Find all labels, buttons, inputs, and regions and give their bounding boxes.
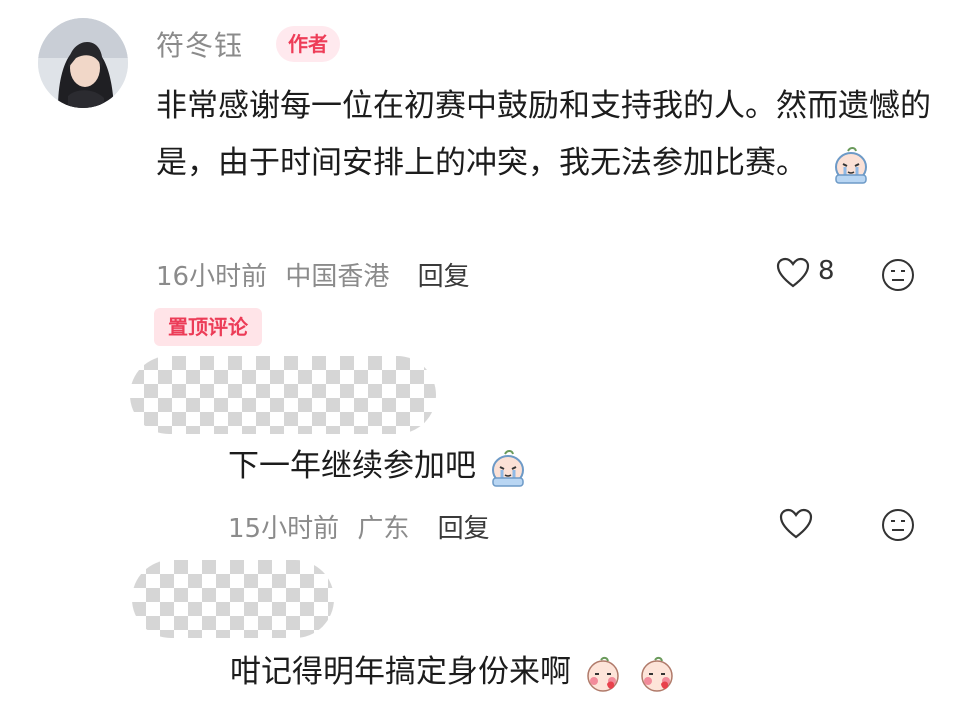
emoji-reaction-icon xyxy=(882,259,914,291)
comment-time: 15小时前 xyxy=(228,514,340,544)
shy-emoji-icon xyxy=(583,654,623,694)
comment-time: 16小时前 xyxy=(156,262,268,292)
like-button[interactable] xyxy=(776,257,810,293)
like-button[interactable] xyxy=(779,508,813,544)
heart-icon xyxy=(776,257,810,288)
reply-comment-body: 下一年继续参加吧 xyxy=(228,448,476,484)
author-avatar[interactable] xyxy=(38,18,128,108)
reply-button[interactable]: 回复 xyxy=(438,514,490,544)
emoji-reaction-icon xyxy=(882,509,914,541)
author-badge: 作者 xyxy=(276,26,340,62)
crying-emoji-icon xyxy=(488,448,528,488)
shy-emoji-icon xyxy=(637,654,677,694)
crying-emoji-icon xyxy=(831,145,871,185)
author-comment-text: 非常感谢每一位在初赛中鼓励和支持我的人。然而遗憾的是，由于时间安排上的冲突，我无… xyxy=(156,78,936,192)
comment-location: 中国香港 xyxy=(285,262,390,292)
pinned-comment-badge: 置顶评论 xyxy=(154,308,262,346)
heart-icon xyxy=(779,508,813,539)
comment-location: 广东 xyxy=(357,514,410,544)
author-comment-meta: 16小时前 中国香港 回复 xyxy=(156,256,470,293)
redacted-username-mosaic xyxy=(130,356,436,434)
like-count: 8 xyxy=(818,256,835,286)
redacted-username-mosaic xyxy=(132,560,334,638)
emoji-reaction-button[interactable] xyxy=(881,258,915,296)
emoji-reaction-button[interactable] xyxy=(881,508,915,546)
reply-comment-body: 咁记得明年搞定身份来啊 xyxy=(230,654,571,690)
author-username[interactable]: 符冬钰 xyxy=(156,24,243,64)
reply-comment-text: 下一年继续参加吧 xyxy=(228,440,528,488)
author-comment-body: 非常感谢每一位在初赛中鼓励和支持我的人。然而遗憾的是，由于时间安排上的冲突，我无… xyxy=(156,88,931,181)
reply-comment-text: 咁记得明年搞定身份来啊 xyxy=(230,646,677,694)
reply-button[interactable]: 回复 xyxy=(418,262,470,292)
reply-comment-meta: 15小时前 广东 回复 xyxy=(228,508,490,545)
